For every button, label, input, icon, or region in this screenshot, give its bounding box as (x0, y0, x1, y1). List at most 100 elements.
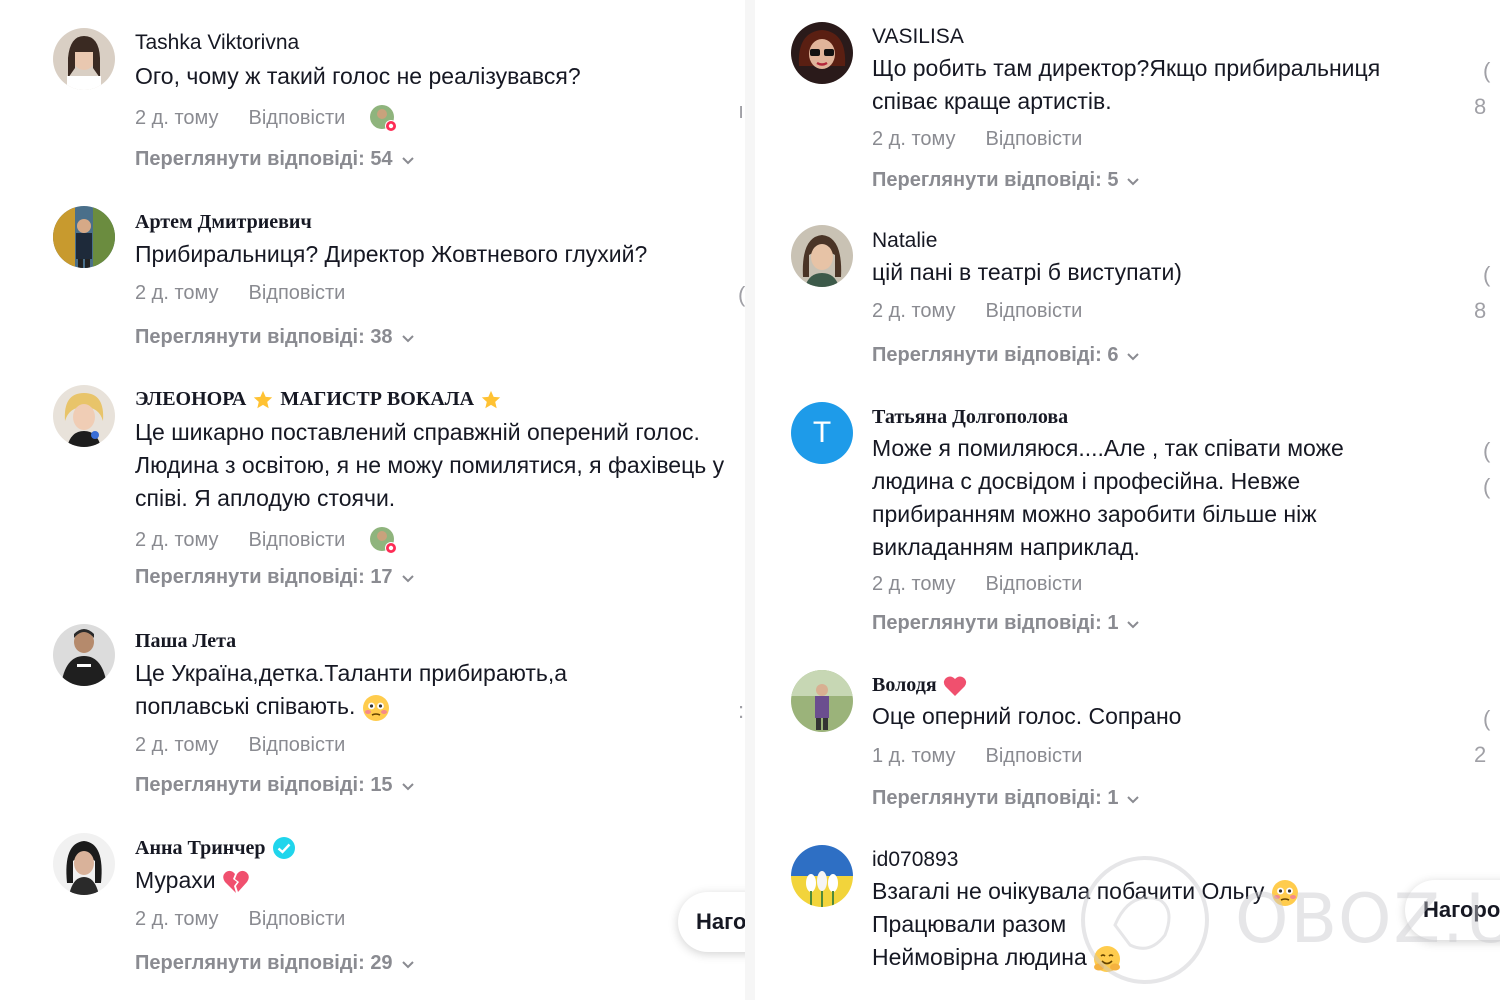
avatar[interactable] (53, 206, 115, 268)
comment-time: 1 д. тому (872, 745, 956, 767)
comment-time: 2 д. тому (135, 528, 219, 551)
comment-text: Може я помиляюся....Але , так співати мо… (872, 435, 1344, 560)
like-count: 8 (1474, 94, 1487, 119)
chevron-down-icon (401, 960, 414, 968)
comment-text: Мурахи (135, 864, 535, 897)
view-replies-button[interactable]: Переглянути відповіді: 38 (135, 326, 417, 349)
reply-button[interactable]: Відповісти (986, 300, 1083, 323)
replies-count: 1 (1107, 787, 1119, 809)
avatar[interactable] (791, 22, 853, 84)
comment-text: Прибиральниця? Директор Жовтневого глухи… (135, 241, 648, 267)
comment-username[interactable]: Tashka Viktorivna (135, 31, 299, 55)
reply-button[interactable]: Відповісти (986, 128, 1083, 151)
comment-meta: 2 д. тому Відповісти (135, 104, 398, 132)
avatar[interactable] (53, 833, 115, 895)
comment-time: 2 д. тому (872, 128, 956, 150)
comments-panel-right: VASILISA Що робить там директор?Якщо при… (755, 0, 1500, 1000)
comment-username[interactable]: Татьяна Долгополова (872, 406, 1068, 429)
reply-button[interactable]: Відповісти (986, 573, 1083, 596)
comment-meta: 2 д. тому Відповісти (135, 734, 345, 757)
avatar[interactable] (53, 624, 115, 686)
broken-heart-emoji-icon (223, 870, 249, 893)
avatar[interactable] (53, 28, 115, 90)
comment-time: 2 д. тому (135, 106, 219, 129)
like-icon-edge[interactable]: ( (1483, 262, 1490, 288)
star-emoji-icon (481, 390, 501, 408)
comment-text: цій пані в театрі б виступати) (872, 259, 1182, 285)
chevron-down-icon (401, 334, 414, 342)
avatar[interactable]: T (791, 402, 853, 464)
view-replies-button[interactable]: Переглянути відповіді: 6 (872, 344, 1142, 367)
comment-username[interactable]: VASILISA (872, 25, 964, 49)
comment-text: Оце оперний голос. Сопрано (872, 703, 1182, 729)
like-count-edge: ( (1483, 474, 1491, 499)
comment-time: 2 д. тому (135, 734, 219, 756)
chevron-down-icon (1127, 352, 1140, 360)
chevron-down-icon (401, 156, 414, 164)
replies-count: 29 (370, 952, 393, 974)
comment-meta: 2 д. тому Відповісти (872, 573, 1082, 596)
view-replies-button[interactable]: Переглянути відповіді: 29 (135, 952, 417, 975)
rewards-button[interactable]: Нагороди (678, 892, 745, 952)
chevron-down-icon (1127, 795, 1140, 803)
comment-meta: 2 д. тому Відповісти (135, 908, 345, 931)
reply-button[interactable]: Відповісти (986, 745, 1083, 768)
avatar[interactable] (791, 670, 853, 732)
comment-username[interactable]: ЭЛЕОНОРА МАГИСТР ВОКАЛА (135, 388, 502, 411)
view-replies-button[interactable]: Переглянути відповіді: 17 (135, 566, 417, 589)
panel-divider (745, 0, 755, 1000)
replies-count: 38 (370, 326, 393, 348)
heart-emoji-icon (943, 675, 966, 696)
creator-liked-icon (369, 104, 398, 132)
comment-username[interactable]: Анна Тринчер (135, 836, 296, 860)
comment-meta: 1 д. тому Відповісти (872, 745, 1082, 768)
reply-button[interactable]: Відповісти (249, 529, 346, 552)
replies-count: 17 (370, 566, 393, 588)
like-icon-edge[interactable]: ( (1483, 58, 1490, 84)
reply-button[interactable]: Відповісти (249, 734, 346, 757)
comment-time: 2 д. тому (135, 282, 219, 304)
replies-count: 54 (370, 148, 393, 170)
chevron-down-icon (401, 782, 414, 790)
reply-button[interactable]: Відповісти (249, 908, 346, 931)
comment-time: 2 д. тому (872, 300, 956, 322)
avatar[interactable] (53, 385, 115, 447)
comment-time: 2 д. тому (135, 908, 219, 930)
view-replies-button[interactable]: Переглянути відповіді: 54 (135, 148, 417, 171)
comment-username[interactable]: Володя (872, 674, 967, 697)
reply-button[interactable]: Відповісти (249, 282, 346, 305)
view-replies-button[interactable]: Переглянути відповіді: 5 (872, 169, 1142, 192)
comment-username[interactable]: Natalie (872, 229, 937, 253)
watermark-text: OBOZ.UA (1235, 880, 1500, 959)
comment-text: Ого, чому ж такий голос не реалізувався? (135, 63, 581, 89)
replies-count: 1 (1107, 612, 1119, 634)
comment-meta: 2 д. тому Відповісти (872, 300, 1082, 323)
avatar[interactable] (791, 845, 853, 907)
comment-username[interactable]: Артем Дмитриевич (135, 211, 312, 234)
creator-liked-icon (369, 526, 398, 554)
like-count: 8 (1474, 298, 1487, 323)
like-icon-edge[interactable]: ( (1483, 438, 1490, 464)
like-icon-edge[interactable]: ( (1483, 706, 1490, 732)
comments-panel-left: Tashka Viktorivna Ого, чому ж такий голо… (0, 0, 745, 1000)
comment-text: Що робить там директор?Якщо прибиральниц… (872, 55, 1381, 114)
like-count-edge: ı (738, 98, 745, 123)
comment-username[interactable]: Паша Лета (135, 630, 236, 653)
chevron-down-icon (1127, 177, 1140, 185)
chevron-down-icon (1127, 620, 1140, 628)
view-replies-button[interactable]: Переглянути відповіді: 1 (872, 612, 1142, 635)
comment-meta: 2 д. тому Відповісти (135, 282, 345, 305)
avatar[interactable] (791, 225, 853, 287)
like-count-edge: ( (738, 282, 745, 307)
comment-meta: 2 д. тому Відповісти (872, 128, 1082, 151)
view-replies-button[interactable]: Переглянути відповіді: 15 (135, 774, 417, 797)
star-emoji-icon (254, 390, 273, 408)
comment-time: 2 д. тому (872, 573, 956, 595)
replies-count: 6 (1107, 344, 1119, 366)
flushed-face-emoji-icon (362, 694, 389, 721)
view-replies-button[interactable]: Переглянути відповіді: 1 (872, 787, 1142, 810)
chevron-down-icon (401, 574, 414, 582)
comment-text: Це Україна,детка.Таланти прибирають,а по… (135, 657, 655, 723)
comment-username[interactable]: id070893 (872, 848, 958, 872)
reply-button[interactable]: Відповісти (249, 107, 346, 130)
